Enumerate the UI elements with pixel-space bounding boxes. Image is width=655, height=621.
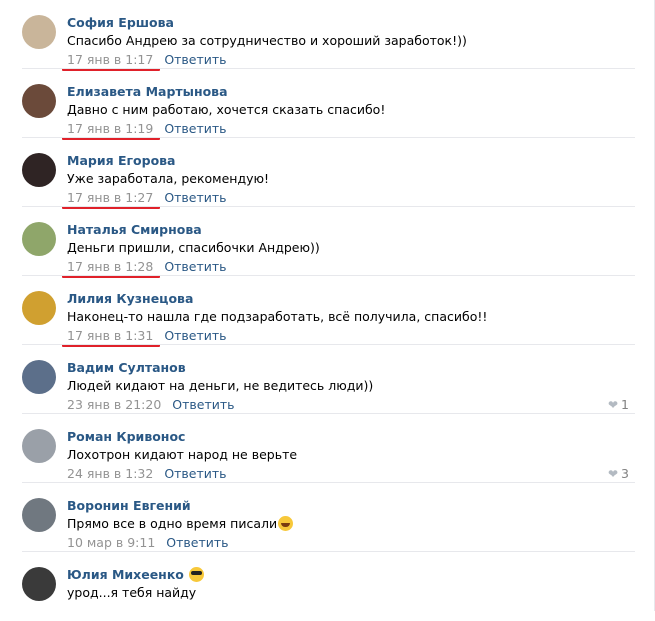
comment-author[interactable]: Юлия Михеенко	[67, 567, 184, 582]
avatar[interactable]	[22, 291, 56, 325]
like-count: 3	[621, 466, 629, 481]
reply-link[interactable]: Ответить	[164, 259, 226, 274]
comment-item: Лилия Кузнецова Наконец-то нашла где под…	[0, 276, 645, 347]
comment-date[interactable]: 17 янв в 1:17	[67, 52, 153, 67]
comment-text: Людей кидают на деньги, не ведитесь люди…	[67, 378, 374, 393]
comment-date[interactable]: 17 янв в 1:27	[67, 190, 153, 205]
reply-link[interactable]: Ответить	[164, 190, 226, 205]
comment-text: Спасибо Андрею за сотрудничество и хорош…	[67, 33, 467, 48]
heart-icon: ❤	[607, 398, 619, 412]
comment-item: Наталья Смирнова Деньги пришли, спасибоч…	[0, 207, 645, 278]
comment-meta: 17 янв в 1:17 Ответить	[67, 52, 227, 67]
comment-text: Деньги пришли, спасибочки Андрею))	[67, 240, 320, 255]
avatar[interactable]	[22, 15, 56, 49]
comment-meta: 17 янв в 1:19 Ответить	[67, 121, 227, 136]
like-button[interactable]: ❤ 3	[608, 466, 629, 482]
comment-text-content: Прямо все в одно время писали	[67, 516, 278, 531]
comment-text: Давно с ним работаю, хочется сказать спа…	[67, 102, 386, 117]
reply-link[interactable]: Ответить	[164, 466, 226, 481]
comment-author[interactable]: Воронин Евгений	[67, 498, 191, 513]
comment-item: Мария Егорова Уже заработала, рекомендую…	[0, 138, 645, 209]
comment-author[interactable]: Елизавета Мартынова	[67, 84, 228, 99]
comment-text: Прямо все в одно время писали	[67, 516, 294, 532]
sunglasses-emoji-icon	[189, 567, 205, 582]
reply-link[interactable]: Ответить	[164, 52, 226, 67]
comment-meta: 17 янв в 1:31 Ответить	[67, 328, 227, 343]
comment-date[interactable]: 17 янв в 1:28	[67, 259, 153, 274]
comment-item: Роман Кривонос Лохотрон кидают народ не …	[0, 414, 645, 483]
comment-author[interactable]: Вадим Султанов	[67, 360, 186, 375]
comment-meta: 24 янв в 1:32 Ответить	[67, 466, 227, 481]
comment-meta: 17 янв в 1:27 Ответить	[67, 190, 227, 205]
comment-author[interactable]: София Ершова	[67, 15, 174, 30]
avatar[interactable]	[22, 153, 56, 187]
comment-item: Елизавета Мартынова Давно с ним работаю,…	[0, 69, 645, 140]
laughing-emoji-icon	[278, 516, 294, 531]
comment-date[interactable]: 23 янв в 21:20	[67, 397, 161, 412]
reply-link[interactable]: Ответить	[164, 328, 226, 343]
reply-link[interactable]: Ответить	[166, 535, 228, 550]
comment-item: София Ершова Спасибо Андрею за сотруднич…	[0, 0, 645, 71]
heart-icon: ❤	[607, 467, 619, 481]
avatar[interactable]	[22, 360, 56, 394]
comment-text: Уже заработала, рекомендую!	[67, 171, 270, 186]
comment-author[interactable]: Мария Егорова	[67, 153, 176, 168]
comment-meta: 10 мар в 9:11 Ответить	[67, 535, 229, 550]
avatar[interactable]	[22, 84, 56, 118]
comment-item: Вадим Султанов Людей кидают на деньги, н…	[0, 345, 645, 414]
comment-date[interactable]: 10 мар в 9:11	[67, 535, 155, 550]
comment-text: Наконец-то нашла где подзаработать, всё …	[67, 309, 488, 324]
comment-meta: 17 янв в 1:28 Ответить	[67, 259, 227, 274]
comment-date[interactable]: 17 янв в 1:19	[67, 121, 153, 136]
comment-author[interactable]: Лилия Кузнецова	[67, 291, 193, 306]
comment-author[interactable]: Роман Кривонос	[67, 429, 185, 444]
like-button[interactable]: ❤ 1	[608, 397, 629, 413]
avatar[interactable]	[22, 429, 56, 463]
reply-link[interactable]: Ответить	[172, 397, 234, 412]
comment-date[interactable]: 24 янв в 1:32	[67, 466, 153, 481]
comment-meta: 23 янв в 21:20 Ответить	[67, 397, 235, 412]
avatar[interactable]	[22, 222, 56, 256]
comment-author-row: Юлия Михеенко	[67, 567, 205, 582]
comment-text: Лохотрон кидают народ не верьте	[67, 447, 298, 462]
avatar[interactable]	[22, 567, 56, 601]
reply-link[interactable]: Ответить	[164, 121, 226, 136]
avatar[interactable]	[22, 498, 56, 532]
comment-author[interactable]: Наталья Смирнова	[67, 222, 202, 237]
like-count: 1	[621, 397, 629, 412]
comment-text: урод...я тебя найду	[67, 585, 197, 600]
comment-item: Воронин Евгений Прямо все в одно время п…	[0, 483, 645, 552]
comment-date[interactable]: 17 янв в 1:31	[67, 328, 153, 343]
